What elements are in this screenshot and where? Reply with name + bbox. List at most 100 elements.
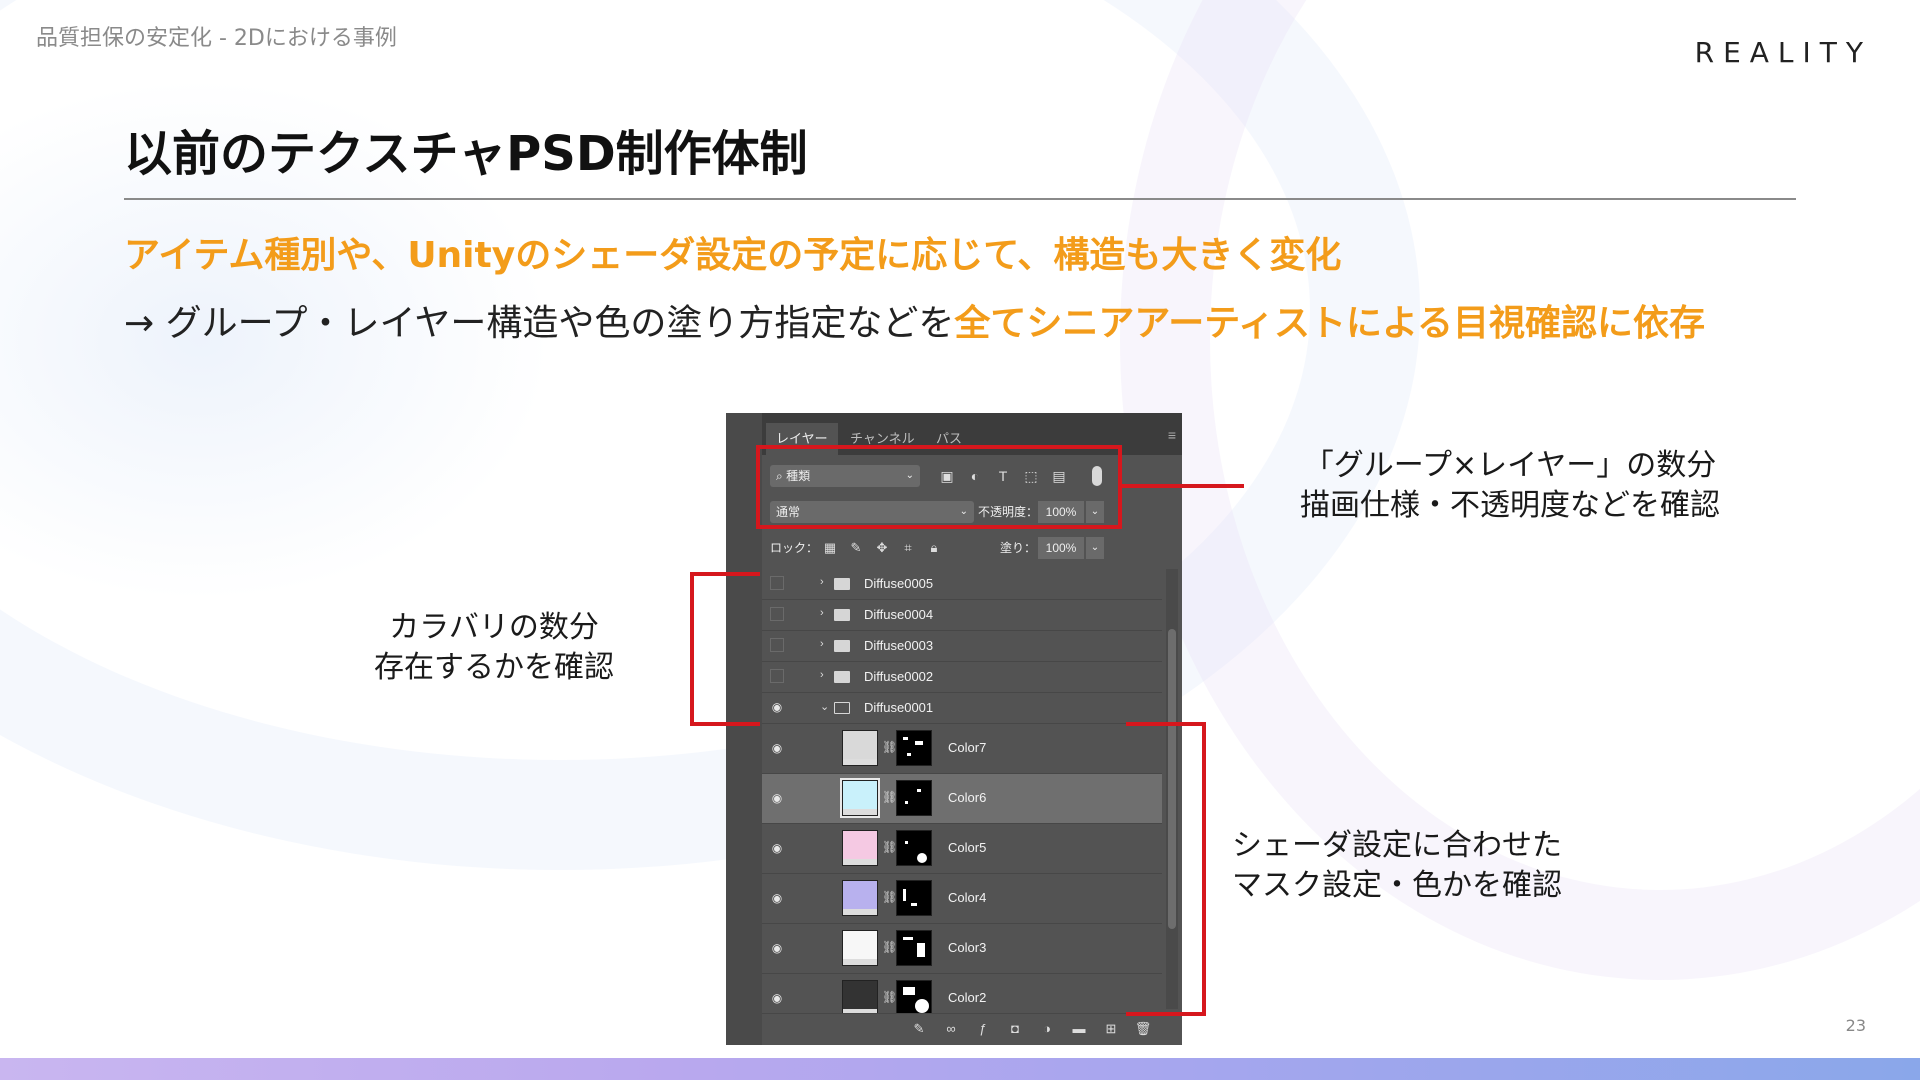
eye-icon[interactable]: ◉ bbox=[770, 700, 784, 714]
title-divider bbox=[124, 198, 1796, 200]
brush-icon[interactable]: ✎ bbox=[910, 1020, 928, 1038]
group-row-diffuse0005[interactable]: › Diffuse0005 bbox=[762, 569, 1162, 600]
group-row-diffuse0003[interactable]: › Diffuse0003 bbox=[762, 631, 1162, 662]
group-row-diffuse0001[interactable]: ◉ ⌄ Diffuse0001 bbox=[762, 693, 1162, 724]
eye-icon[interactable]: ◉ bbox=[770, 841, 784, 855]
layer-name: Color6 bbox=[948, 790, 987, 805]
link-icon[interactable]: ⛓ bbox=[882, 940, 897, 954]
panel-bottom-bar: ✎ ∞ ƒ ◘ ◑ ▬ ⊞ 🗑︎ bbox=[762, 1013, 1182, 1045]
note-line: 存在するかを確認 bbox=[374, 650, 614, 685]
group-name: Diffuse0005 bbox=[864, 576, 934, 591]
lock-transparent-icon[interactable]: ▦ bbox=[822, 540, 838, 556]
visibility-toggle[interactable] bbox=[770, 669, 784, 683]
right-bracket-side bbox=[1202, 722, 1206, 1016]
layer-thumbnail bbox=[842, 730, 878, 766]
note-line: シェーダ設定に合わせた bbox=[1232, 828, 1562, 863]
folder-icon bbox=[834, 640, 850, 652]
link-icon[interactable]: ⛓ bbox=[882, 840, 897, 854]
link-icon[interactable]: ⛓ bbox=[882, 890, 897, 904]
link-icon[interactable]: ⛓ bbox=[882, 990, 897, 1004]
right-bracket-bottom bbox=[1126, 1012, 1206, 1016]
slide-title: 以前のテクスチャPSD制作体制 bbox=[124, 126, 808, 182]
footer-gradient-bar bbox=[0, 1058, 1920, 1080]
group-row-diffuse0002[interactable]: › Diffuse0002 bbox=[762, 662, 1162, 693]
layer-name: Color5 bbox=[948, 840, 987, 855]
note-line: 「グループ×レイヤー」の数分 bbox=[1303, 448, 1717, 483]
right-bracket-top bbox=[1126, 722, 1206, 726]
folder-open-icon bbox=[834, 702, 850, 714]
top-connector-line bbox=[1122, 484, 1244, 488]
layer-row-color7[interactable]: ◉ ⛓ Color7 bbox=[762, 724, 1162, 774]
lock-brush-icon[interactable]: ✎ bbox=[848, 540, 864, 556]
fill-label: 塗り： bbox=[1000, 541, 1037, 555]
note-line: マスク設定・色かを確認 bbox=[1232, 868, 1562, 903]
link-icon[interactable]: ⛓ bbox=[882, 790, 897, 804]
lock-move-icon[interactable]: ✥ bbox=[874, 540, 890, 556]
panel-menu-icon[interactable]: ≡ bbox=[1168, 427, 1176, 443]
layer-mask-thumbnail[interactable] bbox=[896, 780, 932, 816]
layer-name: Color7 bbox=[948, 740, 987, 755]
dependency-prefix: → グループ・レイヤー構造や色の塗り方指定などを bbox=[124, 303, 955, 344]
layer-mask-thumbnail[interactable] bbox=[896, 880, 932, 916]
section-topic: 品質担保の安定化 - 2Dにおける事例 bbox=[36, 26, 397, 51]
lock-artboard-icon[interactable]: ⌗ bbox=[900, 540, 916, 556]
chevron-right-icon[interactable]: › bbox=[820, 669, 824, 681]
eye-icon[interactable]: ◉ bbox=[770, 891, 784, 905]
layer-name: Color3 bbox=[948, 940, 987, 955]
layer-thumbnail bbox=[842, 930, 878, 966]
layer-row-color6[interactable]: ◉ ⛓ Color6 bbox=[762, 774, 1162, 824]
dependency-line: → グループ・レイヤー構造や色の塗り方指定などを全てシニアアーティストによる目視… bbox=[124, 294, 1705, 346]
layer-thumbnail bbox=[842, 980, 878, 1016]
visibility-toggle[interactable] bbox=[770, 607, 784, 621]
group-name: Diffuse0001 bbox=[864, 700, 934, 715]
link-icon[interactable]: ∞ bbox=[942, 1020, 960, 1038]
chevron-down-icon[interactable]: ⌄ bbox=[820, 700, 829, 713]
layer-mask-thumbnail[interactable] bbox=[896, 930, 932, 966]
fx-icon[interactable]: ƒ bbox=[974, 1020, 992, 1038]
note-color-variation: カラバリの数分 存在するかを確認 bbox=[374, 608, 614, 688]
fill-dropdown[interactable]: ⌄ bbox=[1086, 537, 1104, 559]
layer-thumbnail bbox=[842, 880, 878, 916]
dependency-highlight: 全てシニアアーティストによる目視確認に依存 bbox=[954, 303, 1705, 344]
visibility-toggle[interactable] bbox=[770, 638, 784, 652]
visibility-toggle[interactable] bbox=[770, 576, 784, 590]
eye-icon[interactable]: ◉ bbox=[770, 991, 784, 1005]
trash-icon[interactable]: 🗑︎ bbox=[1134, 1020, 1152, 1038]
eye-icon[interactable]: ◉ bbox=[770, 941, 784, 955]
layer-list: › Diffuse0005 › Diffuse0004 › Diffuse000… bbox=[762, 569, 1162, 1024]
group-row-diffuse0004[interactable]: › Diffuse0004 bbox=[762, 600, 1162, 631]
group-name: Diffuse0003 bbox=[864, 638, 934, 653]
folder-icon bbox=[834, 609, 850, 621]
layer-mask-thumbnail[interactable] bbox=[896, 830, 932, 866]
filter-area-highlight bbox=[756, 445, 1122, 529]
link-icon[interactable]: ⛓ bbox=[882, 740, 897, 754]
fill-input[interactable]: 100% bbox=[1038, 537, 1084, 559]
layer-row-color3[interactable]: ◉ ⛓ Color3 bbox=[762, 924, 1162, 974]
folder-icon bbox=[834, 671, 850, 683]
note-line: カラバリの数分 bbox=[389, 610, 599, 645]
adjustment-icon[interactable]: ◑ bbox=[1038, 1020, 1056, 1038]
note-line: 描画仕様・不透明度などを確認 bbox=[1300, 488, 1720, 523]
layer-scrollbar[interactable] bbox=[1166, 569, 1178, 1009]
chevron-right-icon[interactable]: › bbox=[820, 607, 824, 619]
left-bracket-top bbox=[690, 572, 760, 576]
reality-logo: REALITY bbox=[1694, 36, 1872, 69]
layer-row-color5[interactable]: ◉ ⛓ Color5 bbox=[762, 824, 1162, 874]
page-number: 23 bbox=[1845, 1016, 1866, 1035]
mask-icon[interactable]: ◘ bbox=[1006, 1020, 1024, 1038]
group-name: Diffuse0002 bbox=[864, 669, 934, 684]
highlight-line: アイテム種別や、Unityのシェーダ設定の予定に応じて、構造も大きく変化 bbox=[124, 235, 1342, 276]
chevron-right-icon[interactable]: › bbox=[820, 576, 824, 588]
eye-icon[interactable]: ◉ bbox=[770, 791, 784, 805]
note-group-layer: 「グループ×レイヤー」の数分 描画仕様・不透明度などを確認 bbox=[1300, 446, 1720, 526]
chevron-right-icon[interactable]: › bbox=[820, 638, 824, 650]
eye-icon[interactable]: ◉ bbox=[770, 741, 784, 755]
lock-icons: ▦ ✎ ✥ ⌗ 🔒︎ bbox=[822, 537, 942, 559]
lock-all-icon[interactable]: 🔒︎ bbox=[926, 540, 942, 556]
new-layer-icon[interactable]: ⊞ bbox=[1102, 1020, 1120, 1038]
layer-row-color4[interactable]: ◉ ⛓ Color4 bbox=[762, 874, 1162, 924]
layer-mask-thumbnail[interactable] bbox=[896, 980, 932, 1016]
left-bracket-side bbox=[690, 572, 694, 726]
layer-mask-thumbnail[interactable] bbox=[896, 730, 932, 766]
folder-icon[interactable]: ▬ bbox=[1070, 1020, 1088, 1038]
